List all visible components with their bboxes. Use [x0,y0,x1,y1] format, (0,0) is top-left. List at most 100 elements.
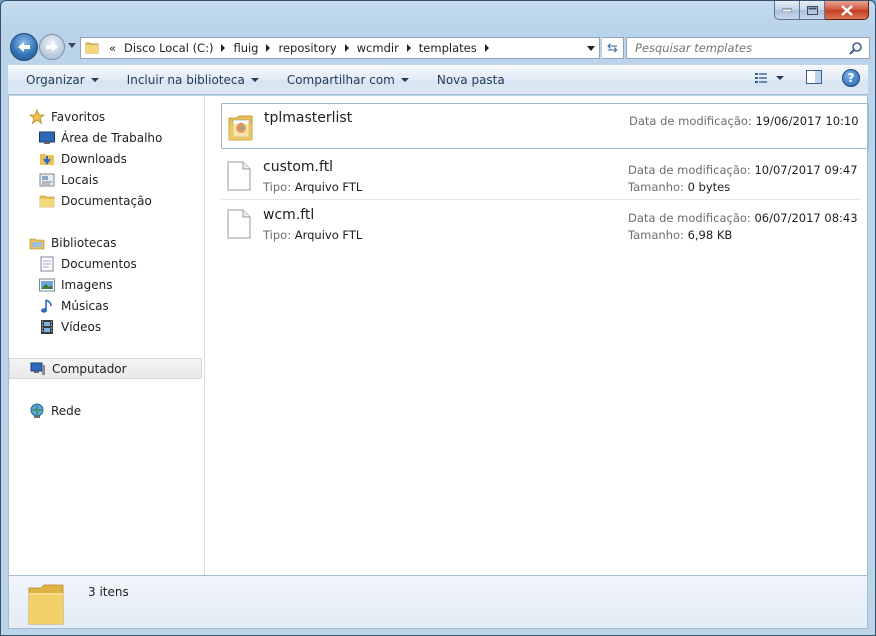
breadcrumb-arrow-icon[interactable] [221,44,226,52]
sidebar-item-libraries[interactable]: Bibliotecas [9,232,204,253]
breadcrumb-arrow-icon[interactable] [406,44,411,52]
breadcrumb-overflow[interactable]: « [105,41,120,55]
close-icon [840,4,853,16]
meta-value: 0 bytes [687,180,731,194]
navigation-pane: Favoritos Área de Trabalho Downloads Loc… [9,96,205,575]
file-size: Tamanho: 6,98 KB [628,228,732,242]
computer-icon [30,361,46,377]
address-history-dropdown[interactable] [587,46,595,51]
breadcrumb-item[interactable]: templates [415,41,481,55]
file-type: Tipo: Arquivo FTL [263,180,362,194]
sidebar-item-label: Imagens [61,277,113,292]
star-icon [29,108,45,125]
new-folder-button[interactable]: Nova pasta [427,68,515,92]
sidebar-item-documents[interactable]: Documentos [9,253,204,274]
file-name: wcm.ftl [263,207,315,223]
command-bar: Organizar Incluir na biblioteca Comparti… [8,65,868,95]
minimize-button[interactable] [774,1,800,20]
desktop-icon [39,130,55,146]
meta-value: Arquivo FTL [294,228,363,242]
breadcrumb-item[interactable]: wcmdir [353,41,403,55]
address-bar[interactable]: « Disco Local (C:) fluig repository wcmd… [80,37,600,59]
sidebar-item-label: Bibliotecas [51,235,117,250]
minimize-icon [782,8,792,12]
search-input[interactable] [635,41,840,55]
breadcrumb-arrow-icon[interactable] [266,44,271,52]
include-library-button[interactable]: Incluir na biblioteca [117,68,269,92]
sidebar-item-desktop[interactable]: Área de Trabalho [9,127,204,148]
breadcrumb-item[interactable]: repository [274,41,340,55]
item-count: 3 itens [88,585,129,599]
file-modified: Data de modificação: 06/07/2017 08:43 [628,211,858,225]
sidebar-item-videos[interactable]: Vídeos [9,316,204,337]
sidebar-item-computer[interactable]: Computador [9,358,202,379]
sidebar-item-pictures[interactable]: Imagens [9,274,204,295]
file-name: tplmasterlist [264,110,353,126]
sidebar-item-label: Favoritos [51,109,106,124]
help-icon: ? [847,71,855,85]
share-button[interactable]: Compartilhar com [277,68,419,92]
sidebar-item-label: Área de Trabalho [61,130,163,145]
maximize-icon [806,5,818,15]
change-view-button[interactable] [754,71,784,85]
documents-icon [39,256,55,272]
sidebar-item-favorites[interactable]: Favoritos [9,106,204,127]
meta-label: Data de modificação: [628,163,751,177]
sidebar-item-music[interactable]: Músicas [9,295,204,316]
folder-icon [27,580,67,629]
help-button[interactable]: ? [842,69,860,87]
sidebar-item-label: Músicas [61,298,109,313]
content-area: Favoritos Área de Trabalho Downloads Loc… [8,96,869,575]
meta-label: Data de modificação: [629,114,752,128]
meta-value: 19/06/2017 10:10 [755,114,859,128]
generic-file-icon [227,209,251,242]
list-item-file[interactable]: wcm.ftl Tipo: Arquivo FTL Data de modifi… [221,201,869,247]
meta-label: Tipo: [263,180,292,194]
videos-icon [39,319,55,335]
forward-button[interactable] [39,34,65,60]
chevron-down-icon [90,78,99,82]
search-icon[interactable] [849,41,863,58]
navigation-tree: Favoritos Área de Trabalho Downloads Loc… [9,106,204,421]
arrow-left-icon [18,42,30,52]
recent-pages-dropdown[interactable] [68,43,76,48]
sidebar-item-downloads[interactable]: Downloads [9,148,204,169]
sidebar-item-label: Documentação [61,193,152,208]
back-button[interactable] [10,33,38,61]
refresh-icon: ⇆ [607,40,618,56]
breadcrumb-arrow-icon[interactable] [344,44,349,52]
close-button[interactable] [825,1,869,20]
folder-icon [39,193,55,209]
sidebar-item-network[interactable]: Rede [9,400,204,421]
downloads-folder-icon [39,151,55,167]
sidebar-item-label: Rede [51,403,82,418]
meta-label: Data de modificação: [628,211,751,225]
file-modified: Data de modificação: 10/07/2017 09:47 [628,163,858,177]
search-box[interactable] [626,37,870,59]
meta-label: Tamanho: [628,228,684,242]
organize-button[interactable]: Organizar [16,68,109,92]
recent-places-icon [39,172,55,188]
sidebar-item-label: Computador [52,361,127,376]
details-pane: 3 itens [8,575,868,629]
sidebar-item-recent-places[interactable]: Locais [9,169,204,190]
maximize-button[interactable] [800,1,825,20]
include-library-label: Incluir na biblioteca [126,73,245,87]
breadcrumb-item[interactable]: Disco Local (C:) [120,41,217,55]
chevron-down-icon[interactable] [776,76,784,80]
new-folder-label: Nova pasta [436,73,505,87]
generic-file-icon [227,161,251,194]
breadcrumb-item[interactable]: fluig [229,41,262,55]
file-modified: Data de modificação: 19/06/2017 10:10 [629,114,859,128]
refresh-button[interactable]: ⇆ [602,37,624,59]
preview-pane-button[interactable] [806,69,822,87]
list-item-file[interactable]: custom.ftl Tipo: Arquivo FTL Data de mod… [221,153,869,199]
pictures-icon [39,277,55,293]
sidebar-item-documentation[interactable]: Documentação [9,190,204,211]
breadcrumb: « Disco Local (C:) fluig repository wcmd… [105,41,493,55]
file-list: tplmasterlist Data de modificação: 19/06… [206,96,869,575]
caption-buttons [774,1,869,20]
arrow-right-icon [46,42,58,52]
breadcrumb-arrow-icon[interactable] [484,44,489,52]
list-item-folder[interactable]: tplmasterlist Data de modificação: 19/06… [221,103,869,149]
